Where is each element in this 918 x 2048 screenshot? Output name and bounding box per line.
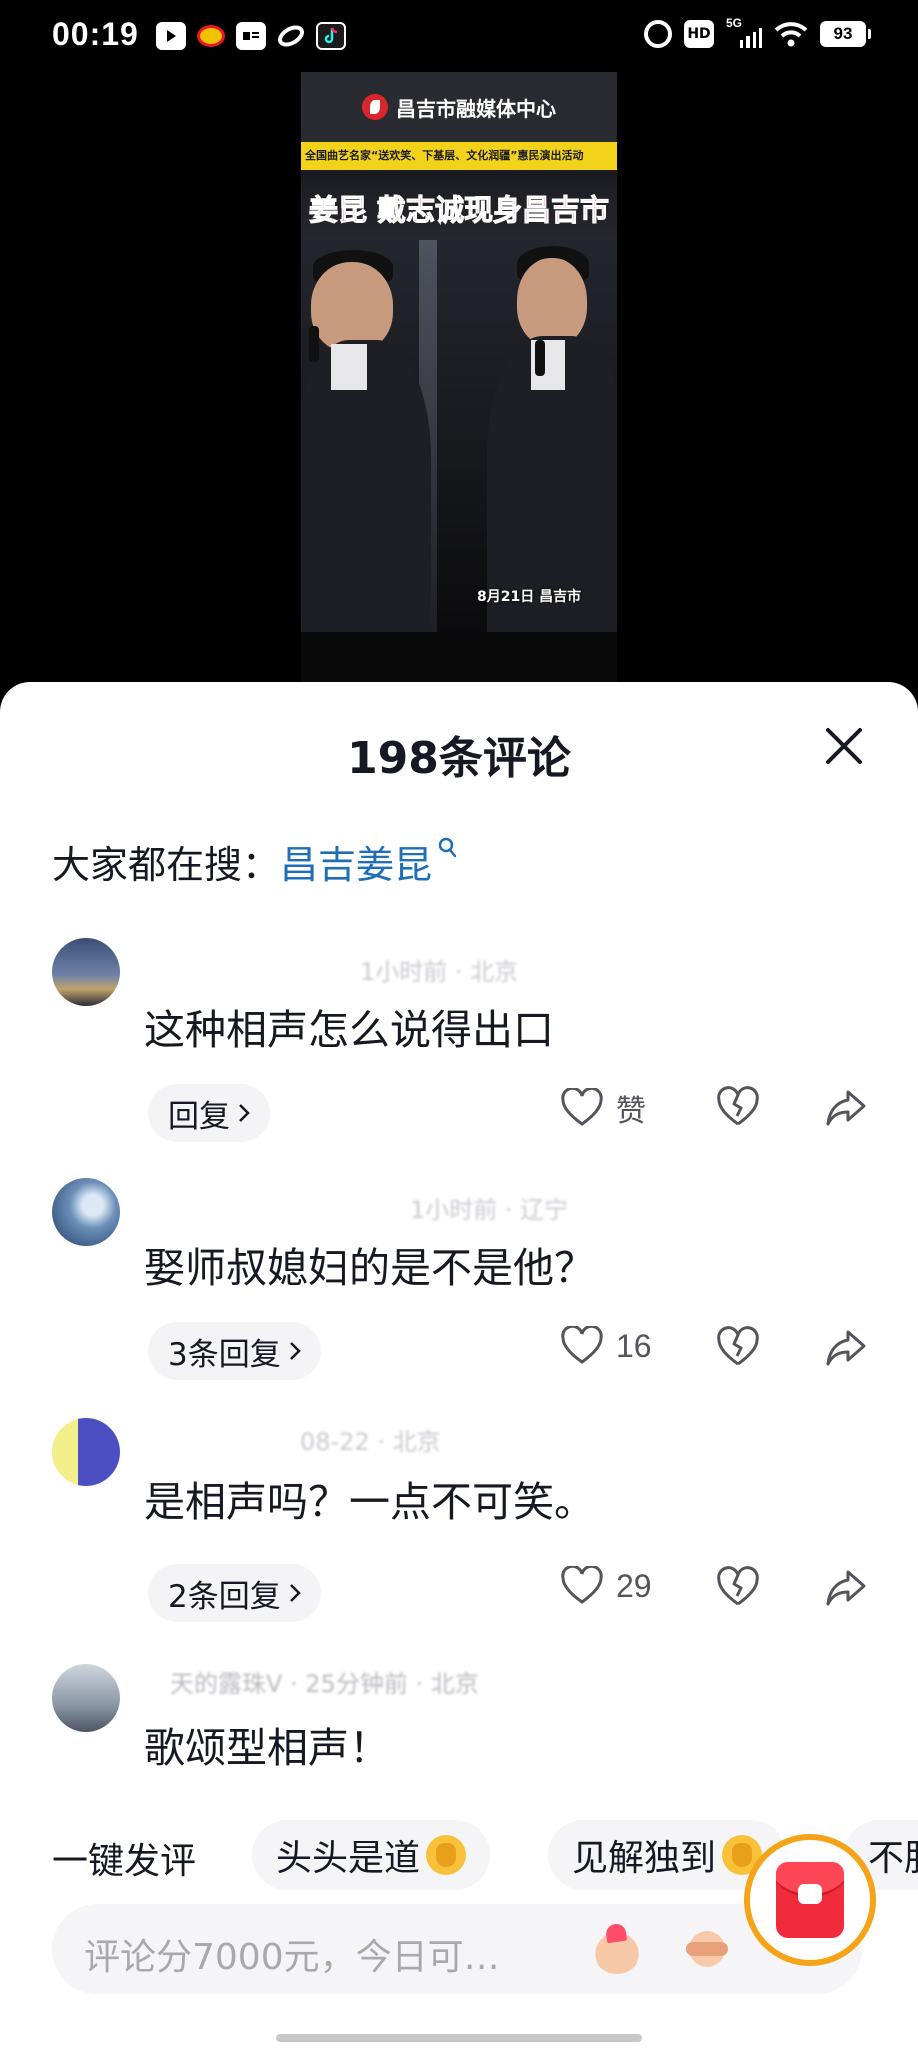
reply-button[interactable]: 回复 bbox=[148, 1084, 270, 1142]
hd-icon: HD bbox=[684, 20, 714, 48]
share-icon[interactable] bbox=[824, 1566, 868, 1608]
home-indicator[interactable] bbox=[276, 2034, 642, 2042]
system-icons: HD 5G 93 bbox=[644, 16, 871, 48]
close-icon[interactable] bbox=[816, 718, 872, 774]
comment-input[interactable]: 评论分7000元，今日可… bbox=[52, 1904, 862, 1994]
view-replies-button[interactable]: 2条回复 bbox=[148, 1564, 321, 1622]
comment-text: 这种相声怎么说得出口 bbox=[144, 1006, 554, 1054]
alarm-icon bbox=[644, 20, 672, 48]
reply-count-label: 3条回复 bbox=[168, 1336, 281, 1373]
video-player[interactable]: 昌吉市融媒体中心 全国曲艺名家“送欢笑、下基层、文化润疆”惠民演出活动 姜昆 戴… bbox=[301, 72, 617, 684]
like-count: 赞 bbox=[616, 1094, 646, 1129]
avatar[interactable] bbox=[52, 938, 120, 1006]
performer-right bbox=[451, 240, 617, 632]
comment-actions: 29 bbox=[560, 1558, 880, 1618]
media-center-logo-icon bbox=[362, 94, 388, 120]
view-replies-button[interactable]: 3条回复 bbox=[148, 1322, 321, 1380]
video-logo-text: 昌吉市融媒体中心 bbox=[396, 96, 556, 121]
comment-meta: 1小时前 · 辽宁 bbox=[410, 1196, 569, 1224]
quick-reply-chip[interactable]: 头头是道 bbox=[252, 1820, 491, 1890]
avatar[interactable] bbox=[52, 1664, 120, 1732]
comment-actions: 16 bbox=[560, 1318, 880, 1378]
battery-icon: 93 bbox=[820, 21, 871, 47]
share-icon[interactable] bbox=[824, 1326, 868, 1368]
quick-reply-label: 一键发评 bbox=[52, 1841, 197, 1882]
heart-icon bbox=[561, 1566, 603, 1604]
trending-search-row: 大家都在搜： 昌吉姜昆 bbox=[52, 834, 458, 889]
tiktok-icon bbox=[316, 22, 346, 50]
finger-heart-emoji-icon[interactable] bbox=[592, 1924, 642, 1974]
status-time: 00:19 bbox=[52, 16, 139, 52]
reply-label: 回复 bbox=[168, 1098, 230, 1135]
share-icon[interactable] bbox=[824, 1086, 868, 1128]
comment-text: 歌颂型相声！ bbox=[144, 1724, 390, 1772]
comment-meta: 08-22 · 北京 bbox=[300, 1428, 441, 1456]
like-count: 16 bbox=[616, 1327, 652, 1364]
notification-icons bbox=[156, 22, 346, 50]
network-label: 5G bbox=[726, 16, 743, 30]
chevron-right-icon bbox=[239, 1104, 250, 1122]
video-date-caption: 8月21日 昌吉市 bbox=[477, 589, 582, 605]
toutiao-icon bbox=[236, 22, 266, 50]
chip-label: 不服 bbox=[868, 1838, 918, 1879]
reply-count-label: 2条回复 bbox=[168, 1578, 281, 1615]
heart-icon bbox=[561, 1326, 603, 1364]
broken-heart-icon[interactable] bbox=[716, 1566, 760, 1608]
avatar[interactable] bbox=[52, 1178, 120, 1246]
heart-icon bbox=[561, 1088, 603, 1126]
video-bottom-strip bbox=[301, 632, 617, 684]
video-stage-image: 8月21日 昌吉市 bbox=[301, 240, 617, 632]
clap-emoji-icon bbox=[426, 1835, 467, 1875]
chevron-right-icon bbox=[289, 1584, 301, 1602]
status-bar: 00:19 HD 5G 93 bbox=[0, 0, 918, 72]
like-button[interactable]: 16 bbox=[560, 1326, 652, 1366]
like-button[interactable]: 赞 bbox=[560, 1086, 646, 1130]
link-icon bbox=[276, 22, 306, 50]
comment-meta: 1小时前 · 北京 bbox=[360, 958, 519, 986]
like-count: 29 bbox=[616, 1567, 652, 1604]
comment-meta: 天的露珠V · 25分钟前 · 北京 bbox=[170, 1670, 479, 1698]
weibo-icon bbox=[196, 22, 226, 50]
broken-heart-icon[interactable] bbox=[716, 1326, 760, 1368]
chip-label: 头头是道 bbox=[276, 1838, 421, 1879]
chevron-right-icon bbox=[289, 1342, 301, 1360]
chip-label: 见解独到 bbox=[572, 1838, 717, 1879]
play-app-icon bbox=[156, 22, 186, 50]
comment-input-placeholder: 评论分7000元，今日可… bbox=[84, 1937, 500, 1978]
video-logo-bar: 昌吉市融媒体中心 bbox=[301, 72, 617, 142]
comment-actions: 赞 bbox=[560, 1078, 880, 1138]
comment-text: 娶师叔媳妇的是不是他？ bbox=[144, 1244, 595, 1292]
handshake-emoji-icon[interactable] bbox=[682, 1924, 732, 1974]
avatar[interactable] bbox=[52, 1418, 120, 1486]
wifi-icon bbox=[774, 22, 808, 47]
video-banner: 全国曲艺名家“送欢笑、下基层、文化润疆”惠民演出活动 bbox=[301, 142, 617, 170]
5g-signal-icon: 5G bbox=[726, 16, 762, 48]
performer-left bbox=[301, 240, 431, 632]
red-packet-icon[interactable] bbox=[744, 1834, 876, 1966]
comments-sheet: 198条评论 大家都在搜： 昌吉姜昆 1小时前 · 北京 这种相声怎么说得出口 … bbox=[0, 682, 918, 2048]
comment-text: 是相声吗？一点不可笑。 bbox=[144, 1478, 595, 1526]
comments-title: 198条评论 bbox=[347, 733, 571, 784]
like-button[interactable]: 29 bbox=[560, 1566, 652, 1606]
video-headline: 姜昆 戴志诚现身昌吉市 bbox=[301, 180, 617, 240]
search-icon[interactable] bbox=[436, 836, 458, 862]
broken-heart-icon[interactable] bbox=[716, 1086, 760, 1128]
trending-search-link[interactable]: 昌吉姜昆 bbox=[280, 834, 432, 889]
red-envelope-icon bbox=[776, 1862, 844, 1938]
trending-search-label: 大家都在搜： bbox=[52, 843, 281, 887]
